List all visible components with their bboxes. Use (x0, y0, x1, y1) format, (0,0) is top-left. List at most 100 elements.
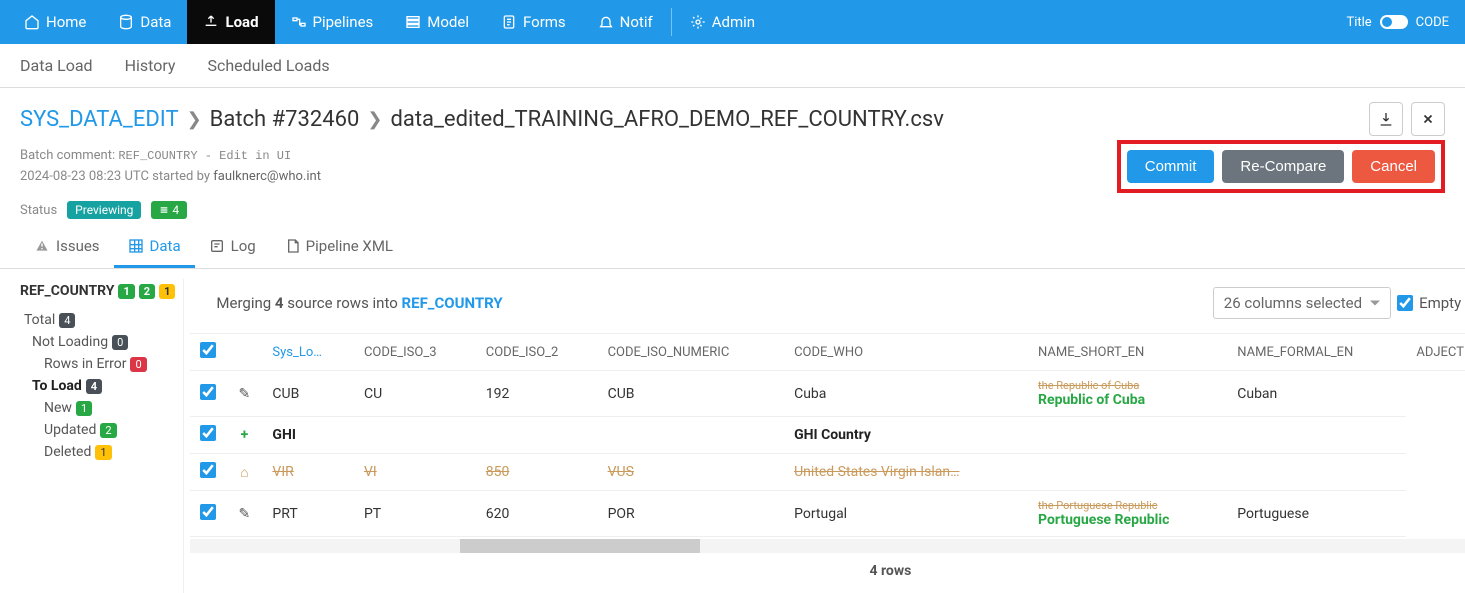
nav-label: Home (46, 13, 86, 31)
cell (1227, 454, 1406, 491)
merge-message: Merging 4 source rows into REF_COUNTRY (216, 294, 1206, 312)
recompare-button[interactable]: Re-Compare (1222, 150, 1344, 183)
model-icon (405, 14, 421, 30)
cell: GHI Country (784, 417, 1028, 454)
commit-button[interactable]: Commit (1127, 150, 1215, 183)
sidebar-item-label: New (44, 400, 72, 416)
nav-model[interactable]: Model (389, 0, 485, 44)
toggle-label-right: CODE (1416, 15, 1449, 30)
column-header[interactable]: ADJECTIVE_PEOPLE (1406, 334, 1465, 371)
nav-pipelines[interactable]: Pipelines (275, 0, 390, 44)
nav-data[interactable]: Data (102, 0, 187, 44)
tab-label: Log (231, 237, 256, 255)
column-header[interactable]: NAME_FORMAL_EN (1227, 334, 1406, 371)
column-header[interactable]: CODE_ISO_3 (354, 334, 476, 371)
count-badge: 1 (95, 445, 111, 460)
warning-icon (34, 238, 50, 254)
row-checkbox[interactable] (200, 462, 216, 478)
sidebar-item[interactable]: Rows in Error 0 (20, 353, 175, 375)
title-code-toggle[interactable] (1380, 15, 1408, 29)
filter-sidebar: REF_COUNTRY 1 2 1 Total 4Not Loading 0Ro… (20, 279, 184, 593)
nav-separator (671, 8, 672, 36)
tab-label: Pipeline XML (306, 237, 393, 255)
cell: the Republic of CubaRepublic of Cuba (1028, 371, 1227, 417)
cell: POR (598, 491, 785, 537)
horizontal-scrollbar[interactable] (190, 539, 1465, 553)
tab-label: Issues (56, 237, 100, 255)
column-header[interactable]: CODE_ISO_2 (476, 334, 598, 371)
comment-value: REF_COUNTRY - Edit in UI (118, 149, 291, 163)
badge: 2 (139, 284, 155, 299)
cell: Cuban (1227, 371, 1406, 417)
nav-label: Load (225, 13, 258, 31)
tab-strip: Issues Data Log Pipeline XML (0, 227, 1465, 269)
sub-nav: Data Load History Scheduled Loads (0, 44, 1465, 88)
status-badge: Previewing (67, 201, 141, 219)
merge-target-link[interactable]: REF_COUNTRY (402, 294, 503, 312)
column-header[interactable]: CODE_WHO (784, 334, 1028, 371)
row-checkbox[interactable] (200, 425, 216, 441)
sidebar-item[interactable]: Deleted 1 (20, 441, 175, 463)
table-row[interactable]: ✎ PRT PT 620 POR Portugal the Portuguese… (190, 491, 1465, 537)
nav-forms[interactable]: Forms (485, 0, 582, 44)
tab-issues[interactable]: Issues (20, 227, 114, 268)
tab-data[interactable]: Data (114, 227, 195, 268)
select-all-checkbox[interactable] (200, 342, 216, 358)
gear-icon (690, 14, 706, 30)
table-row[interactable]: ⌂ VIR VI 850 VUS United States Virgin Is… (190, 454, 1465, 491)
count-badge: 2 (100, 423, 116, 438)
crumb-root[interactable]: SYS_DATA_EDIT (20, 107, 179, 132)
nav-notif[interactable]: Notif (582, 0, 669, 44)
download-button[interactable] (1369, 102, 1403, 136)
tab-label: Data (150, 237, 181, 255)
count-badge: 0 (112, 335, 128, 350)
sidebar-item[interactable]: Updated 2 (20, 419, 175, 441)
column-header[interactable]: CODE_ISO_NUMERIC (598, 334, 785, 371)
crumb-file: data_edited_TRAINING_AFRO_DEMO_REF_COUNT… (390, 107, 943, 132)
count-badge: 4 (86, 379, 102, 394)
columns-select[interactable]: 26 columns selected (1213, 287, 1391, 319)
subnav-data-load[interactable]: Data Load (4, 56, 109, 75)
count-badge: 0 (130, 357, 146, 372)
cell: 192 (476, 371, 598, 417)
table-row[interactable]: + GHI GHI Country (190, 417, 1465, 454)
cell (1028, 417, 1227, 454)
nav-admin[interactable]: Admin (674, 0, 771, 44)
subnav-history[interactable]: History (109, 56, 192, 75)
cell: PRT (262, 491, 354, 537)
chevron-right-icon: ❯ (367, 109, 382, 130)
pencil-icon: ✎ (239, 506, 251, 522)
subnav-scheduled[interactable]: Scheduled Loads (191, 56, 345, 75)
cell: 850 (476, 454, 598, 491)
close-button[interactable] (1411, 102, 1445, 136)
sidebar-item[interactable]: Total 4 (20, 309, 175, 331)
nav-load[interactable]: Load (187, 0, 274, 44)
cell: PT (354, 491, 476, 537)
table-row[interactable]: ✎ CUB CU 192 CUB Cuba the Republic of Cu… (190, 371, 1465, 417)
crumb-batch[interactable]: Batch #732460 (210, 107, 360, 132)
empty-columns-checkbox[interactable] (1397, 295, 1413, 311)
sidebar-item[interactable]: New 1 (20, 397, 175, 419)
column-header[interactable]: NAME_SHORT_EN (1028, 334, 1227, 371)
tab-pipeline-xml[interactable]: Pipeline XML (270, 227, 407, 268)
row-checkbox[interactable] (200, 504, 216, 520)
cell (1227, 417, 1406, 454)
row-checkbox[interactable] (200, 384, 216, 400)
cancel-button[interactable]: Cancel (1352, 150, 1435, 183)
plus-icon: + (241, 427, 249, 443)
delete-icon: ⌂ (240, 465, 248, 481)
tab-log[interactable]: Log (195, 227, 270, 268)
badge: 1 (159, 284, 175, 299)
sidebar-item-label: Updated (44, 422, 96, 438)
sidebar-item[interactable]: To Load 4 (20, 375, 175, 397)
sidebar-item[interactable]: Not Loading 0 (20, 331, 175, 353)
pencil-icon: ✎ (239, 386, 251, 402)
column-header[interactable]: Sys_Lo… (262, 334, 354, 371)
forms-icon (501, 14, 517, 30)
status-count-badge: 4 (151, 201, 187, 219)
action-highlight-box: Commit Re-Compare Cancel (1117, 140, 1445, 193)
started-text: 2024-08-23 08:23 UTC started by (20, 169, 210, 184)
nav-home[interactable]: Home (8, 0, 102, 44)
sidebar-item-label: Total (24, 312, 55, 328)
cell: Cuba (784, 371, 1028, 417)
